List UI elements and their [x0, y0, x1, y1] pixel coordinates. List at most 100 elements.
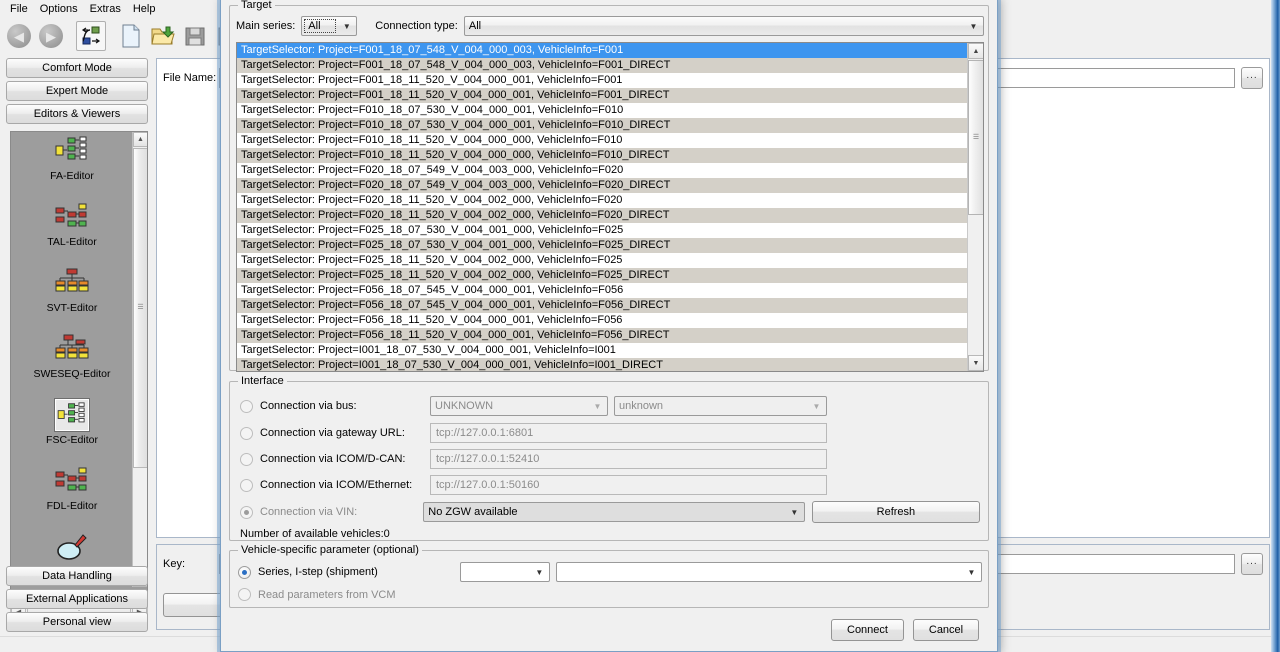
sidebar-expert-mode-button[interactable]: Expert Mode	[6, 81, 148, 101]
focus-indicator	[304, 19, 337, 33]
gateway-url-input[interactable]: tcp://127.0.0.1:6801	[430, 423, 827, 443]
radio-connection-via-vin[interactable]	[240, 505, 253, 519]
vin-combo[interactable]: No ZGW available ▼	[423, 502, 805, 522]
series-istep-label: Series, I-step (shipment)	[258, 566, 378, 578]
chevron-down-icon[interactable]: ▼	[531, 564, 548, 580]
chevron-down-icon[interactable]: ▼	[786, 504, 803, 520]
sidebar-external-applications-button[interactable]: External Applications	[6, 589, 148, 609]
target-list-item[interactable]: TargetSelector: Project=F056_18_11_520_V…	[237, 328, 967, 343]
cancel-dialog-button[interactable]: Cancel	[913, 619, 979, 641]
back-button[interactable]: ◀	[4, 21, 34, 51]
radio-connection-via-bus[interactable]	[240, 399, 253, 413]
available-vehicles-label: Number of available vehicles:0	[240, 528, 390, 540]
scrollbar-thumb[interactable]: ☰	[133, 148, 147, 468]
scroll-down-icon[interactable]: ▼	[968, 355, 983, 371]
radio-connection-via-icom-ethernet[interactable]	[240, 478, 253, 492]
main-series-combo[interactable]: All ▼	[301, 16, 358, 36]
target-list-item[interactable]: TargetSelector: Project=F020_18_11_520_V…	[237, 208, 967, 223]
target-list-item[interactable]: TargetSelector: Project=F056_18_07_545_V…	[237, 298, 967, 313]
file-name-label: File Name:	[163, 72, 217, 84]
sidebar-item-sweseq-editor[interactable]: SWESEQ-Editor	[11, 330, 133, 396]
sidebar-item-fsc-editor[interactable]: FSC-Editor	[11, 396, 133, 462]
scroll-up-icon[interactable]: ▲	[968, 43, 983, 59]
radio-connection-via-gateway-url[interactable]	[240, 426, 253, 440]
menu-item-options[interactable]: Options	[34, 2, 84, 16]
bus-port-combo[interactable]: unknown ▼	[614, 396, 827, 416]
chevron-down-icon[interactable]: ▼	[965, 18, 982, 34]
target-list-item[interactable]: TargetSelector: Project=F020_18_07_549_V…	[237, 178, 967, 193]
target-list-item[interactable]: TargetSelector: Project=F010_18_07_530_V…	[237, 103, 967, 118]
scrollbar-thumb[interactable]: ☰	[968, 60, 983, 215]
sidebar-item-fdl-editor[interactable]: FDL-Editor	[11, 462, 133, 528]
connect-dialog-button[interactable]: Connect	[831, 619, 904, 641]
target-list-item[interactable]: TargetSelector: Project=I001_18_07_530_V…	[237, 343, 967, 358]
target-listbox-scrollbar[interactable]: ▲ ☰ ▼	[967, 43, 983, 371]
refresh-button[interactable]: Refresh	[811, 501, 980, 523]
target-list-item[interactable]: TargetSelector: Project=F025_18_07_530_V…	[237, 223, 967, 238]
connection-type-combo[interactable]: All ▼	[463, 16, 984, 36]
target-list-item[interactable]: TargetSelector: Project=F020_18_07_549_V…	[237, 163, 967, 178]
target-list-item[interactable]: TargetSelector: Project=F001_18_07_548_V…	[237, 43, 967, 58]
sidebar-item-fa-editor[interactable]: FA-Editor	[11, 132, 133, 198]
target-list-item[interactable]: TargetSelector: Project=F010_18_11_520_V…	[237, 148, 967, 163]
target-list-item[interactable]: TargetSelector: Project=F056_18_11_520_V…	[237, 313, 967, 328]
grip-icon: ☰	[137, 304, 144, 311]
interface-group-title: Interface	[238, 375, 287, 387]
target-list-item[interactable]: TargetSelector: Project=F025_18_07_530_V…	[237, 238, 967, 253]
main-series-label: Main series:	[236, 20, 296, 32]
open-folder-icon	[151, 26, 175, 45]
fdl-editor-icon	[54, 464, 90, 498]
radio-series-istep[interactable]	[238, 565, 251, 579]
bus-type-value: UNKNOWN	[435, 400, 494, 412]
connect-icon	[81, 26, 101, 45]
back-arrow-icon: ◀	[7, 24, 31, 48]
radio-connection-via-icom-dcan[interactable]	[240, 452, 253, 466]
sidebar-tool-list-scrollbar[interactable]: ▲ ☰ ▼	[132, 132, 147, 587]
target-list-item[interactable]: TargetSelector: Project=F025_18_11_520_V…	[237, 268, 967, 283]
menu-item-extras[interactable]: Extras	[84, 2, 127, 16]
bus-port-value: unknown	[619, 400, 664, 412]
menu-item-file[interactable]: File	[4, 2, 34, 16]
sweseq-editor-icon	[54, 332, 90, 366]
istep-combo[interactable]: ▼	[555, 562, 982, 582]
key-browse-button[interactable]: ...	[1241, 553, 1263, 575]
target-list-item[interactable]: TargetSelector: Project=F010_18_07_530_V…	[237, 118, 967, 133]
icom-dcan-input[interactable]: tcp://127.0.0.1:52410	[430, 449, 827, 469]
chevron-down-icon[interactable]: ▼	[338, 18, 355, 34]
sidebar-item-tal-editor[interactable]: TAL-Editor	[11, 198, 133, 264]
chevron-down-icon[interactable]: ▼	[963, 564, 980, 580]
target-list-item[interactable]: TargetSelector: Project=F056_18_07_545_V…	[237, 283, 967, 298]
connect-button[interactable]	[76, 21, 106, 51]
forward-button[interactable]: ▶	[36, 21, 66, 51]
target-selection-dialog: Target Main series: All ▼ Connection typ…	[220, 0, 998, 652]
sidebar-item-svt-editor[interactable]: SVT-Editor	[11, 264, 133, 330]
sidebar: Comfort Mode Expert Mode Editors & Viewe…	[4, 58, 151, 636]
target-list-item[interactable]: TargetSelector: Project=F010_18_11_520_V…	[237, 133, 967, 148]
icom-ethernet-input[interactable]: tcp://127.0.0.1:50160	[430, 475, 827, 495]
series-combo[interactable]: ▼	[459, 562, 550, 582]
sidebar-editors-viewers-button[interactable]: Editors & Viewers	[6, 104, 148, 124]
file-name-browse-button[interactable]: ...	[1241, 67, 1263, 89]
chevron-down-icon[interactable]: ▼	[589, 398, 606, 414]
tal-editor-icon	[54, 200, 90, 234]
target-list-item[interactable]: TargetSelector: Project=F001_18_11_520_V…	[237, 88, 967, 103]
target-list-item[interactable]: TargetSelector: Project=F025_18_11_520_V…	[237, 253, 967, 268]
svt-editor-icon	[54, 266, 90, 300]
sidebar-personal-view-button[interactable]: Personal view	[6, 612, 148, 632]
sidebar-item-label: FDL-Editor	[46, 500, 98, 512]
sidebar-data-handling-button[interactable]: Data Handling	[6, 566, 148, 586]
target-list-item[interactable]: TargetSelector: Project=F001_18_11_520_V…	[237, 73, 967, 88]
bus-type-combo[interactable]: UNKNOWN ▼	[430, 396, 608, 416]
new-file-button[interactable]	[116, 21, 146, 51]
chevron-down-icon[interactable]: ▼	[808, 398, 825, 414]
open-folder-button[interactable]	[148, 21, 178, 51]
save-button[interactable]	[180, 21, 210, 51]
sidebar-comfort-mode-button[interactable]: Comfort Mode	[6, 58, 148, 78]
target-list-item[interactable]: TargetSelector: Project=F020_18_11_520_V…	[237, 193, 967, 208]
scroll-up-icon[interactable]: ▲	[133, 132, 147, 147]
target-list-item[interactable]: TargetSelector: Project=I001_18_07_530_V…	[237, 358, 967, 371]
menu-item-help[interactable]: Help	[127, 2, 162, 16]
radio-read-parameters-from-vcm[interactable]	[238, 588, 251, 601]
target-list-item[interactable]: TargetSelector: Project=F001_18_07_548_V…	[237, 58, 967, 73]
target-listbox[interactable]: TargetSelector: Project=F001_18_07_548_V…	[236, 42, 984, 372]
